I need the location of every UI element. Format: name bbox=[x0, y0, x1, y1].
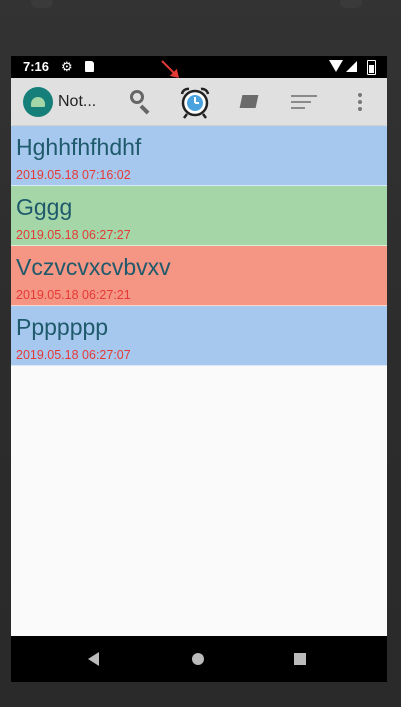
note-title: Vczvcvxcvbvxv bbox=[16, 254, 171, 280]
note-title: Hghhfhfhdhf bbox=[16, 134, 142, 160]
android-icon[interactable] bbox=[23, 87, 53, 117]
note-date: 2019.05.18 06:27:07 bbox=[16, 348, 131, 362]
note-title: Gggg bbox=[16, 194, 73, 220]
note-item[interactable]: Ppppppp 2019.05.18 06:27:07 bbox=[11, 306, 387, 366]
device-frame: 7:16 ⚙ Not... Hghhfhfhdhf 2019.05.18 07:… bbox=[0, 0, 401, 707]
note-item[interactable]: Hghhfhfhdhf 2019.05.18 07:16:02 bbox=[11, 126, 387, 186]
signal-icon bbox=[346, 61, 357, 72]
app-screen: 7:16 ⚙ Not... Hghhfhfhdhf 2019.05.18 07:… bbox=[11, 56, 387, 636]
note-item[interactable]: Gggg 2019.05.18 06:27:27 bbox=[11, 186, 387, 246]
settings-icon: ⚙ bbox=[61, 59, 73, 74]
back-icon[interactable] bbox=[88, 652, 99, 666]
app-title[interactable]: Not... bbox=[58, 93, 96, 111]
alarm-clock-icon[interactable] bbox=[178, 85, 212, 119]
battery-icon bbox=[367, 60, 376, 75]
device-sensor bbox=[31, 0, 53, 8]
status-bar: 7:16 ⚙ bbox=[11, 56, 387, 78]
edit-icon[interactable] bbox=[231, 85, 265, 119]
home-icon[interactable] bbox=[192, 653, 204, 665]
wifi-icon bbox=[329, 60, 343, 72]
status-time: 7:16 bbox=[23, 59, 50, 74]
recent-apps-icon[interactable] bbox=[294, 653, 306, 665]
more-vert-icon[interactable] bbox=[343, 85, 377, 119]
sort-icon[interactable] bbox=[287, 85, 321, 119]
note-date: 2019.05.18 06:27:27 bbox=[16, 228, 131, 242]
search-icon[interactable] bbox=[125, 85, 159, 119]
note-date: 2019.05.18 06:27:21 bbox=[16, 288, 131, 302]
note-date: 2019.05.18 07:16:02 bbox=[16, 168, 131, 182]
navigation-bar bbox=[11, 636, 387, 682]
app-toolbar: Not... bbox=[11, 78, 387, 125]
sd-card-icon bbox=[85, 61, 94, 72]
device-sensor bbox=[340, 0, 362, 8]
note-item[interactable]: Vczvcvxcvbvxv 2019.05.18 06:27:21 bbox=[11, 246, 387, 306]
note-title: Ppppppp bbox=[16, 314, 109, 340]
